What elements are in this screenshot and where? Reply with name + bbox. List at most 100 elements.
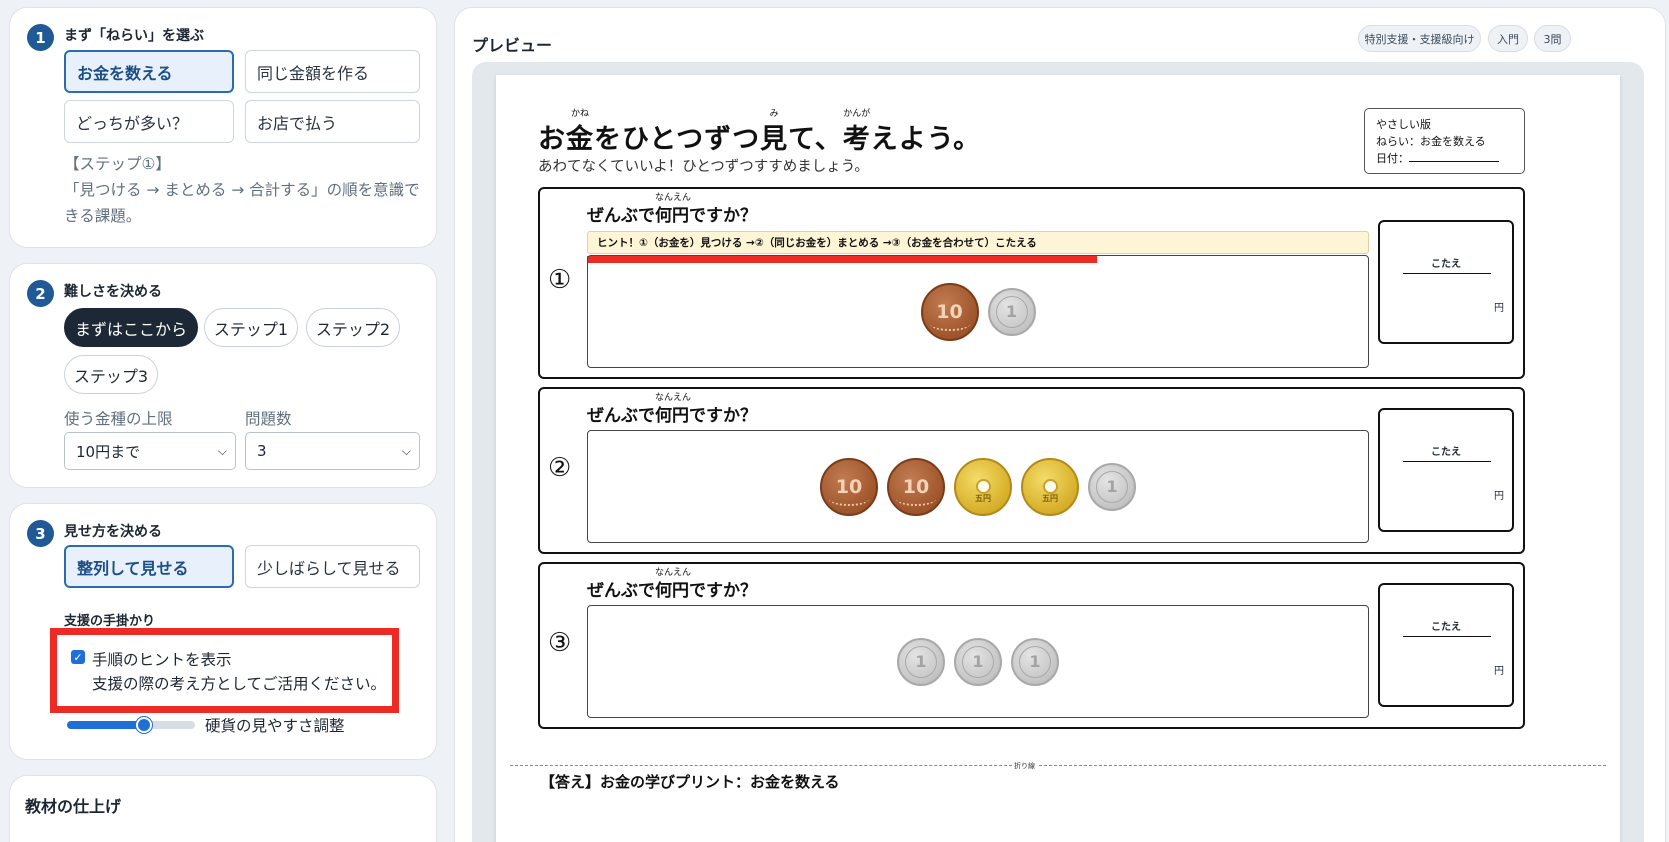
finish-title: 教材の仕上げ — [25, 797, 122, 816]
level-pill-step2[interactable]: ステップ2 — [306, 308, 400, 347]
fold-line — [510, 765, 1606, 766]
slider-label: 硬貨の見やすさ調整 — [205, 717, 345, 735]
level-pill-step1[interactable]: ステップ1 — [204, 308, 298, 347]
step3-card: 3 見せ方を決める 整列して見せる 少しばらして見せる 支援の手掛かり ✓ 手順… — [9, 503, 437, 760]
chevron-down-icon: ⌵ — [217, 444, 227, 458]
ruby-text: み — [769, 109, 779, 119]
question-text: ぜんぶで なんえん 何円ですか？ — [587, 568, 757, 601]
question-text-pre: ぜんぶで — [587, 406, 655, 426]
coin-visibility-slider[interactable] — [67, 717, 195, 733]
one-yen-coin: 1 — [1088, 462, 1136, 511]
preview-title: プレビュー — [472, 36, 553, 55]
step2-card: 2 難しさを決める まずはここから ステップ1 ステップ2 ステップ3 使う金種… — [9, 263, 437, 488]
answer-line — [1403, 461, 1491, 462]
question-number: ② — [548, 453, 572, 483]
display-option-scattered[interactable]: 少しばらして見せる — [245, 545, 420, 588]
ten-yen-coin: 10 — [887, 457, 945, 516]
question-ruby: なんえん 何円 — [655, 193, 691, 226]
step3-title: 見せ方を決める — [64, 524, 162, 540]
answer-unit: 円 — [1494, 303, 1504, 314]
answer-label: こたえ — [1431, 622, 1461, 633]
support-title: 支援の手掛かり — [64, 614, 156, 629]
hint-checkbox[interactable]: ✓ — [71, 650, 85, 664]
slider-fill — [67, 721, 144, 729]
question-text-post: ですか？ — [689, 581, 757, 601]
one-yen-coin: 1 — [897, 637, 945, 686]
question-count-select[interactable]: 3 ⌵ — [245, 432, 420, 470]
level-pill-step3[interactable]: ステップ3 — [64, 355, 158, 394]
answer-box: こたえ 円 — [1378, 220, 1514, 344]
ruby-text: かんが — [843, 109, 871, 119]
answer-unit: 円 — [1494, 666, 1504, 677]
step1-card: 1 まず「ねらい」を選ぶ お金を数える 同じ金額を作る どっちが多い？ お店で払… — [9, 7, 437, 248]
display-option-aligned[interactable]: 整列して見せる — [64, 545, 234, 588]
level-goal: ねらい：お金を数える — [1376, 135, 1486, 148]
answer-line — [1403, 273, 1491, 274]
question-text-post: ですか？ — [689, 406, 757, 426]
question-number: ③ — [548, 628, 572, 658]
question-ruby: なんえん 何円 — [655, 393, 691, 426]
hint-checkbox-desc: 支援の際の考え方としてご活用ください。 — [92, 675, 387, 693]
step2-number-badge: 2 — [27, 280, 54, 307]
slider-handle[interactable] — [135, 717, 152, 733]
goal-option-pay-at-shop[interactable]: お店で払う — [245, 100, 420, 143]
question-3: ③ ぜんぶで なんえん 何円ですか？ 111 こたえ 円 — [538, 562, 1525, 729]
finish-card: 教材の仕上げ — [9, 775, 437, 842]
one-yen-coin: 1 — [1011, 637, 1059, 686]
answer-label: こたえ — [1431, 447, 1461, 458]
answer-unit: 円 — [1494, 491, 1504, 502]
worksheet-subtitle: あわてなくていいよ！ひとつずつすすめましょう。 — [538, 159, 869, 175]
question-text-post: ですか？ — [689, 206, 757, 226]
five-yen-coin: 五円 — [1021, 457, 1079, 516]
goal-option-same-amount[interactable]: 同じ金額を作る — [245, 50, 420, 93]
chevron-down-icon: ⌵ — [401, 444, 411, 458]
level-date: 日付： — [1376, 150, 1513, 167]
question-text-pre: ぜんぶで — [587, 581, 655, 601]
question-text: ぜんぶで なんえん 何円ですか？ — [587, 193, 757, 226]
answer-box: こたえ 円 — [1378, 408, 1514, 532]
date-blank — [1409, 161, 1499, 162]
level-info-box: やさしい版 ねらい：お金を数える 日付： — [1364, 108, 1525, 174]
question-text-pre: ぜんぶで — [587, 206, 655, 226]
question-ruby: なんえん 何円 — [655, 568, 691, 601]
goal-option-which-more[interactable]: どっちが多い？ — [64, 100, 234, 143]
title-ruby: かね金 — [566, 109, 594, 156]
preview-panel: プレビュー 特別支援・支援級向け 入門 3問 おかね 金をひとつずつみ見て、 かんが… — [454, 7, 1666, 842]
level-edition: やさしい版 — [1376, 118, 1431, 131]
tag-special-support: 特別支援・支援級向け — [1358, 25, 1481, 52]
fold-label: 折り線 — [1012, 761, 1037, 771]
highlight-box — [50, 628, 399, 713]
ruby-text: なんえん — [655, 393, 692, 403]
ruby-text: かね — [570, 109, 589, 119]
question-text: ぜんぶで なんえん 何円ですか？ — [587, 393, 757, 426]
worksheet-title: おかね 金をひとつずつみ見て、 かんが 考えよう。 — [538, 109, 981, 156]
level-pill-start[interactable]: まずはここから — [64, 308, 198, 347]
coin-area: 10 10 五円 五円 1 — [587, 430, 1369, 543]
check-icon: ✓ — [73, 650, 83, 664]
step1-title: まず「ねらい」を選ぶ — [64, 28, 204, 44]
goal-option-count-money[interactable]: お金を数える — [64, 50, 234, 93]
one-yen-coin: 1 — [987, 287, 1036, 336]
preview-tray: おかね 金をひとつずつみ見て、 かんが 考えよう。 あわてなくていいよ！ひとつずつすす… — [472, 62, 1644, 842]
five-yen-coin: 五円 — [954, 457, 1012, 516]
one-yen-coin: 1 — [954, 637, 1002, 686]
question-2: ② ぜんぶで なんえん 何円ですか？ 10 10 五円 五円 1 こたえ 円 — [538, 387, 1525, 554]
coin-limit-select[interactable]: 10円まで ⌵ — [64, 432, 236, 470]
question-number: ① — [548, 265, 572, 295]
coin-limit-value: 10円まで — [76, 442, 141, 461]
level-date-label: 日付： — [1376, 152, 1409, 165]
title-ruby: み見 — [760, 109, 788, 156]
tag-question-count: 3問 — [1534, 25, 1571, 52]
answer-label: こたえ — [1431, 259, 1461, 270]
coin-limit-label: 使う金種の上限 — [64, 410, 173, 428]
settings-panel: 1 まず「ねらい」を選ぶ お金を数える 同じ金額を作る どっちが多い？ お店で払… — [0, 0, 450, 842]
coin-area: 111 — [587, 605, 1369, 718]
worksheet: おかね 金をひとつずつみ見て、 かんが 考えよう。 あわてなくていいよ！ひとつずつすす… — [496, 75, 1620, 842]
question-count-value: 3 — [257, 442, 267, 460]
step3-number-badge: 3 — [27, 520, 54, 547]
question-count-label: 問題数 — [245, 410, 292, 428]
step1-note: 【ステップ①】 「見つける → まとめる → 合計する」の順を意識できる課題。 — [64, 155, 420, 225]
question-1: ① ぜんぶで なんえん 何円ですか？ ヒント！①（お金を）見つける →②（同じお金を… — [538, 187, 1525, 379]
hint-checkbox-label[interactable]: 手順のヒントを表示 — [92, 648, 232, 670]
ruby-text: なんえん — [655, 568, 692, 578]
